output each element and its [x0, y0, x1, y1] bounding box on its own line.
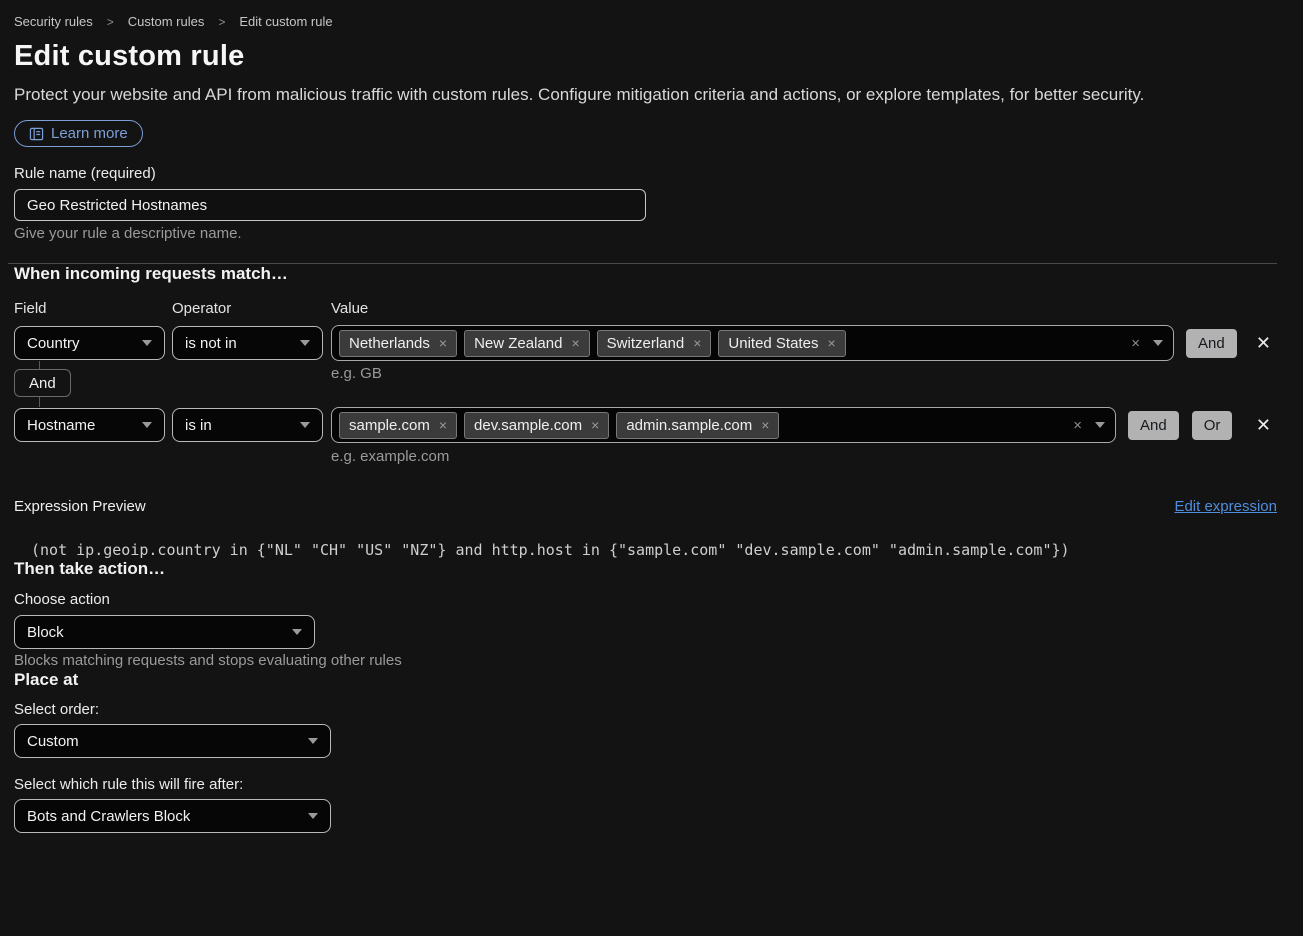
match-section-heading: When incoming requests match… — [14, 264, 1277, 284]
learn-more-button[interactable]: Learn more — [14, 120, 143, 147]
value-hint-row-2: e.g. example.com — [331, 448, 1277, 466]
fire-after-select[interactable]: Bots and Crawlers Block — [14, 799, 331, 833]
chevron-down-icon — [308, 738, 318, 744]
expression-preview-header: Expression Preview Edit expression — [14, 498, 1277, 515]
add-or-condition-button[interactable]: Or — [1192, 411, 1233, 440]
chevron-down-icon — [292, 629, 302, 635]
placement-section-heading: Place at — [14, 670, 1277, 690]
value-hint-row-1: e.g. GB — [331, 365, 382, 383]
operator-select-value: is in — [185, 417, 212, 434]
tag-label: sample.com — [349, 417, 430, 434]
order-select-value: Custom — [27, 733, 79, 750]
expression-preview-label: Expression Preview — [14, 498, 146, 515]
breadcrumb-separator: > — [218, 15, 225, 29]
rule-name-label: Rule name (required) — [14, 165, 1277, 183]
order-select[interactable]: Custom — [14, 724, 331, 758]
expression-code: (not ip.geoip.country in {"NL" "CH" "US"… — [14, 541, 1277, 559]
and-connector-button[interactable]: And — [14, 369, 71, 397]
tag-label: United States — [728, 335, 818, 352]
tag-label: Netherlands — [349, 335, 430, 352]
connector-line — [39, 361, 40, 369]
chevron-down-icon — [300, 340, 310, 346]
match-row-1: Country is not in Netherlands × New Zeal… — [14, 325, 1277, 361]
value-tag: sample.com × — [339, 412, 457, 439]
add-and-condition-button[interactable]: And — [1186, 329, 1237, 358]
value-tag: United States × — [718, 330, 845, 357]
operator-select[interactable]: is not in — [172, 326, 323, 360]
choose-action-label: Choose action — [14, 591, 1277, 609]
chevron-down-icon — [1095, 422, 1105, 428]
rule-name-hint: Give your rule a descriptive name. — [14, 225, 1277, 243]
value-column-label: Value — [331, 300, 368, 317]
chevron-down-icon — [142, 422, 152, 428]
match-column-labels: Field Operator Value — [14, 300, 1277, 317]
value-multiselect[interactable]: sample.com × dev.sample.com × admin.samp… — [331, 407, 1116, 443]
operator-select-value: is not in — [185, 335, 237, 352]
tag-label: admin.sample.com — [626, 417, 752, 434]
book-icon — [29, 127, 44, 141]
field-column-label: Field — [14, 300, 172, 317]
field-select[interactable]: Hostname — [14, 408, 165, 442]
fire-after-select-value: Bots and Crawlers Block — [27, 808, 190, 825]
chevron-down-icon — [300, 422, 310, 428]
edit-expression-link[interactable]: Edit expression — [1174, 498, 1277, 515]
match-row-2: Hostname is in sample.com × dev.sample.c… — [14, 407, 1277, 443]
fire-after-label: Select which rule this will fire after: — [14, 776, 1277, 794]
tag-remove-icon[interactable]: × — [439, 417, 447, 433]
field-select[interactable]: Country — [14, 326, 165, 360]
rule-name-input[interactable] — [14, 189, 646, 221]
action-select[interactable]: Block — [14, 615, 315, 649]
tag-remove-icon[interactable]: × — [761, 417, 769, 433]
tag-label: dev.sample.com — [474, 417, 582, 434]
add-and-condition-button[interactable]: And — [1128, 411, 1179, 440]
clear-values-icon[interactable]: × — [1067, 417, 1088, 434]
learn-more-label: Learn more — [51, 125, 128, 142]
breadcrumb-security-rules[interactable]: Security rules — [14, 14, 93, 29]
page-description: Protect your website and API from malici… — [14, 85, 1277, 105]
action-hint: Blocks matching requests and stops evalu… — [14, 652, 1277, 670]
operator-select[interactable]: is in — [172, 408, 323, 442]
breadcrumb-current: Edit custom rule — [239, 14, 332, 29]
delete-row-icon[interactable]: ✕ — [1256, 416, 1271, 434]
delete-row-icon[interactable]: ✕ — [1256, 334, 1271, 352]
tag-remove-icon[interactable]: × — [591, 417, 599, 433]
field-select-value: Country — [27, 335, 80, 352]
chevron-down-icon — [142, 340, 152, 346]
tag-label: Switzerland — [607, 335, 685, 352]
value-multiselect[interactable]: Netherlands × New Zealand × Switzerland … — [331, 325, 1174, 361]
action-section-heading: Then take action… — [14, 559, 1277, 579]
tag-label: New Zealand — [474, 335, 562, 352]
breadcrumb-custom-rules[interactable]: Custom rules — [128, 14, 205, 29]
value-tag: Netherlands × — [339, 330, 457, 357]
edit-custom-rule-page: Security rules > Custom rules > Edit cus… — [0, 0, 1303, 833]
tag-remove-icon[interactable]: × — [827, 335, 835, 351]
clear-values-icon[interactable]: × — [1125, 335, 1146, 352]
page-title: Edit custom rule — [14, 39, 1277, 73]
action-select-value: Block — [27, 624, 64, 641]
value-tag: New Zealand × — [464, 330, 590, 357]
tag-remove-icon[interactable]: × — [439, 335, 447, 351]
operator-column-label: Operator — [172, 300, 331, 317]
chevron-down-icon — [308, 813, 318, 819]
connector-zone: And e.g. GB — [14, 361, 1277, 407]
chevron-down-icon — [1153, 340, 1163, 346]
tag-remove-icon[interactable]: × — [571, 335, 579, 351]
breadcrumb: Security rules > Custom rules > Edit cus… — [14, 14, 1277, 29]
breadcrumb-separator: > — [107, 15, 114, 29]
value-tag: dev.sample.com × — [464, 412, 609, 439]
tag-remove-icon[interactable]: × — [693, 335, 701, 351]
value-tag: Switzerland × — [597, 330, 712, 357]
value-tag: admin.sample.com × — [616, 412, 779, 439]
select-order-label: Select order: — [14, 701, 1277, 719]
field-select-value: Hostname — [27, 417, 95, 434]
connector-line — [39, 397, 40, 407]
